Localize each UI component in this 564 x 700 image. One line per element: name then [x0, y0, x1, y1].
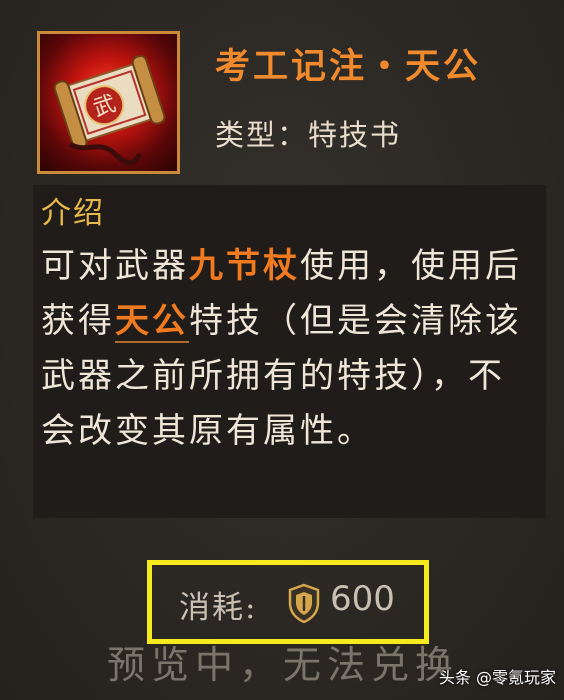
description-heading: 介绍 — [41, 196, 105, 231]
item-detail-panel: 武 考工记注・天公 类型：特技书 介绍 可对武器九节杖使用，使用后获得天公特技（… — [0, 0, 564, 700]
shield-currency-icon — [288, 583, 320, 623]
item-type: 类型：特技书 — [215, 112, 401, 154]
cost-row: 消耗: 600 — [147, 560, 429, 644]
scroll-book-icon: 武 — [53, 54, 166, 166]
item-type-value: 特技书 — [308, 118, 402, 152]
skill-name-highlight: 天公 — [115, 301, 189, 343]
weapon-name-highlight: 九节杖 — [189, 246, 300, 286]
item-type-label: 类型： — [215, 118, 309, 152]
watermark: 头条 @零氪玩家 — [438, 668, 556, 687]
description-text: 可对武器九节杖使用，使用后获得天公特技（但是会清除该武器之前所拥有的特技），不会… — [41, 239, 538, 459]
description-segment: 可对武器 — [41, 246, 189, 286]
description-box: 介绍 可对武器九节杖使用，使用后获得天公特技（但是会清除该武器之前所拥有的特技）… — [33, 185, 546, 518]
preview-notice: 预览中，无法兑换 — [107, 643, 460, 687]
cost-value: 600 — [330, 579, 395, 619]
item-icon: 武 — [37, 31, 180, 174]
item-title: 考工记注・天公 — [215, 46, 482, 87]
cost-label: 消耗: — [179, 590, 258, 626]
